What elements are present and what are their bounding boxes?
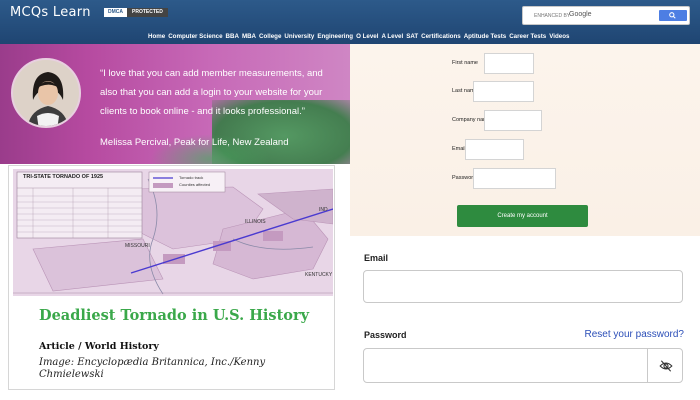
testimonial-author: Melissa Percival, Peak for Life, New Zea… <box>100 137 289 148</box>
first-name-field[interactable] <box>484 53 534 74</box>
search-button[interactable] <box>659 10 687 21</box>
testimonial-banner: “I love that you can add member measurem… <box>0 44 350 164</box>
map-header-text: TRI-STATE TORNADO OF 1925 <box>23 174 104 180</box>
map-label-kentucky: KENTUCKY <box>305 272 333 278</box>
site-header: MCQs Learn DMCA PROTECTED ENHANCED BY Go… <box>0 0 700 44</box>
email-label: Email <box>364 253 389 263</box>
article-card[interactable]: TRI-STATE TORNADO OF 1925 Tornado track … <box>8 165 335 390</box>
avatar <box>11 58 81 128</box>
signup-email-label: Email <box>452 146 466 152</box>
map-label-indiana: IND <box>319 207 328 213</box>
nav-item[interactable]: Career Tests <box>509 33 546 40</box>
main-nav: Home Computer Science BBA MBA College Un… <box>148 33 572 40</box>
eye-slash-icon <box>658 359 673 372</box>
nav-item[interactable]: SAT <box>406 33 418 40</box>
nav-item[interactable]: Aptitude Tests <box>464 33 507 40</box>
create-account-button[interactable]: Create my account <box>457 205 588 227</box>
testimonial-quote: “I love that you can add member measurem… <box>100 68 323 117</box>
map-label-missouri: MISSOURI <box>125 243 150 249</box>
nav-item[interactable]: Computer Science <box>168 33 222 40</box>
password-field[interactable] <box>363 348 683 383</box>
reset-password-link[interactable]: Reset your password? <box>585 329 685 340</box>
search-enhanced-label: ENHANCED BY <box>534 13 571 19</box>
map-legend-counties: Counties affected <box>179 182 211 187</box>
map-label-illinois: ILLINOIS <box>245 219 266 225</box>
nav-item[interactable]: College <box>259 33 281 40</box>
dmca-badge[interactable]: DMCA PROTECTED <box>104 8 168 17</box>
nav-item[interactable]: MBA <box>242 33 256 40</box>
article-category: Article / World History <box>39 341 159 352</box>
last-name-field[interactable] <box>473 81 534 102</box>
signup-password-field[interactable] <box>473 168 556 189</box>
password-label: Password <box>364 330 407 340</box>
dmca-protected-label: PROTECTED <box>127 8 168 17</box>
nav-item[interactable]: BBA <box>226 33 239 40</box>
article-title[interactable]: Deadliest Tornado in U.S. History <box>39 308 319 323</box>
nav-item[interactable]: Certifications <box>421 33 461 40</box>
search-google-label: Google <box>569 11 592 18</box>
site-logo[interactable]: MCQs Learn <box>10 5 91 20</box>
nav-item[interactable]: Videos <box>549 33 569 40</box>
tornado-map-image: TRI-STATE TORNADO OF 1925 Tornado track … <box>13 169 333 296</box>
nav-item[interactable]: University <box>284 33 314 40</box>
dmca-badge-label: DMCA <box>104 8 127 17</box>
signup-form: First name Last name Company name Email … <box>350 44 700 236</box>
search-icon <box>669 12 676 19</box>
map-legend-track: Tornado track <box>179 175 204 180</box>
article-image-credit: Image: Encyclopædia Britannica, Inc./Ken… <box>39 357 266 380</box>
search-input[interactable]: ENHANCED BY Google <box>522 6 690 25</box>
first-name-label: First name <box>452 60 478 66</box>
login-form: Email Password Reset your password? <box>350 236 700 400</box>
nav-item[interactable]: Home <box>148 33 165 40</box>
avatar-photo <box>13 60 79 126</box>
email-field[interactable] <box>363 270 683 303</box>
nav-item[interactable]: Engineering <box>317 33 353 40</box>
nav-item[interactable]: A Level <box>381 33 403 40</box>
signup-email-field[interactable] <box>465 139 524 160</box>
toggle-password-visibility-button[interactable] <box>648 349 683 382</box>
company-name-field[interactable] <box>484 110 542 131</box>
tornado-map <box>13 169 333 296</box>
nav-item[interactable]: O Level <box>356 33 378 40</box>
